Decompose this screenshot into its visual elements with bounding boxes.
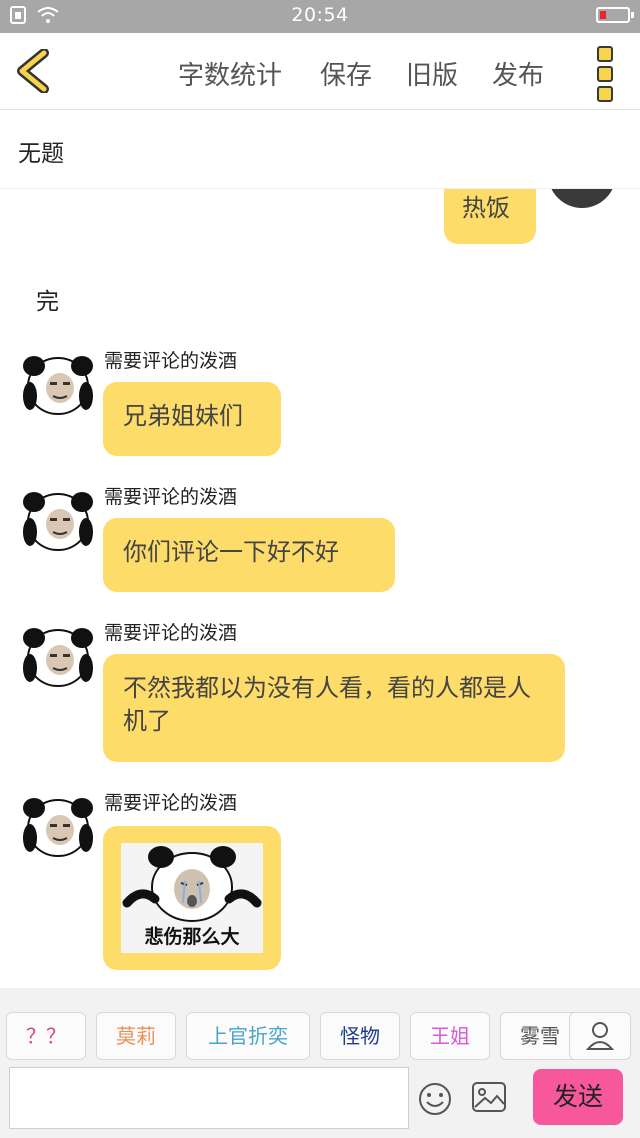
- avatar[interactable]: [22, 794, 94, 860]
- publish-button[interactable]: 发布: [492, 55, 544, 92]
- avatar[interactable]: [22, 488, 94, 554]
- sticker-caption: 悲伤那么大: [144, 926, 240, 948]
- title-bar: 无题: [0, 110, 640, 189]
- image-icon[interactable]: [472, 1082, 506, 1112]
- panda-face-icon: [23, 628, 93, 687]
- old-version-button[interactable]: 旧版: [406, 55, 458, 92]
- more-menu-icon[interactable]: [590, 46, 620, 102]
- panda-face-icon: [23, 356, 93, 415]
- word-count-button[interactable]: 字数统计: [178, 55, 282, 92]
- sender-name: 需要评论的泼酒: [104, 792, 238, 814]
- send-button[interactable]: 发送: [533, 1069, 623, 1125]
- recipient-chip[interactable]: 莫莉: [96, 1012, 176, 1060]
- input-bar: 发送: [0, 1062, 640, 1138]
- back-arrow-icon[interactable]: [14, 49, 54, 93]
- status-bar: 20:54: [0, 0, 640, 33]
- sticker-message[interactable]: 悲伤那么大: [103, 826, 281, 970]
- save-button[interactable]: 保存: [320, 55, 372, 92]
- narration-text: 完: [36, 289, 59, 315]
- message-bubble[interactable]: 你们评论一下好不好: [103, 518, 395, 592]
- sender-name: 需要评论的泼酒: [104, 486, 238, 508]
- document-title[interactable]: 无题: [18, 134, 64, 168]
- recipient-chip[interactable]: 雾雪: [500, 1012, 580, 1060]
- avatar[interactable]: [22, 352, 94, 418]
- status-time: 20:54: [291, 4, 349, 26]
- avatar[interactable]: [22, 624, 94, 690]
- recipient-chip[interactable]: 王姐: [410, 1012, 490, 1060]
- recipient-chip[interactable]: 怪物: [320, 1012, 400, 1060]
- recipient-chip[interactable]: 上官折奕: [186, 1012, 310, 1060]
- battery-icon: [596, 7, 634, 23]
- character-select-button[interactable]: [569, 1012, 631, 1060]
- message-bubble[interactable]: 热饭: [444, 188, 536, 244]
- panda-face-icon: [23, 798, 93, 857]
- toolbar: 字数统计 保存 旧版 发布: [0, 33, 640, 110]
- crying-panda-icon: [122, 846, 262, 922]
- message-bubble[interactable]: 兄弟姐妹们: [103, 382, 281, 456]
- message-bubble[interactable]: 不然我都以为没有人看，看的人都是人机了: [103, 654, 565, 762]
- sender-name: 需要评论的泼酒: [104, 622, 238, 644]
- sender-name: 需要评论的泼酒: [104, 350, 238, 372]
- message-input[interactable]: [9, 1067, 409, 1129]
- avatar[interactable]: [548, 188, 616, 208]
- recipient-chip[interactable]: ？？: [6, 1012, 86, 1060]
- emoji-icon[interactable]: [418, 1082, 452, 1116]
- person-icon: [585, 1022, 615, 1050]
- sticker-image: 悲伤那么大: [121, 843, 263, 953]
- chat-area[interactable]: 热饭 完 需要评论的泼酒 兄弟姐妹们 需要评论的泼酒 你们评论一下好不好 需要评…: [0, 188, 640, 988]
- quick-recipient-bar: ？？ 莫莉 上官折奕 怪物 王姐 雾雪: [0, 988, 640, 1062]
- panda-face-icon: [23, 492, 93, 551]
